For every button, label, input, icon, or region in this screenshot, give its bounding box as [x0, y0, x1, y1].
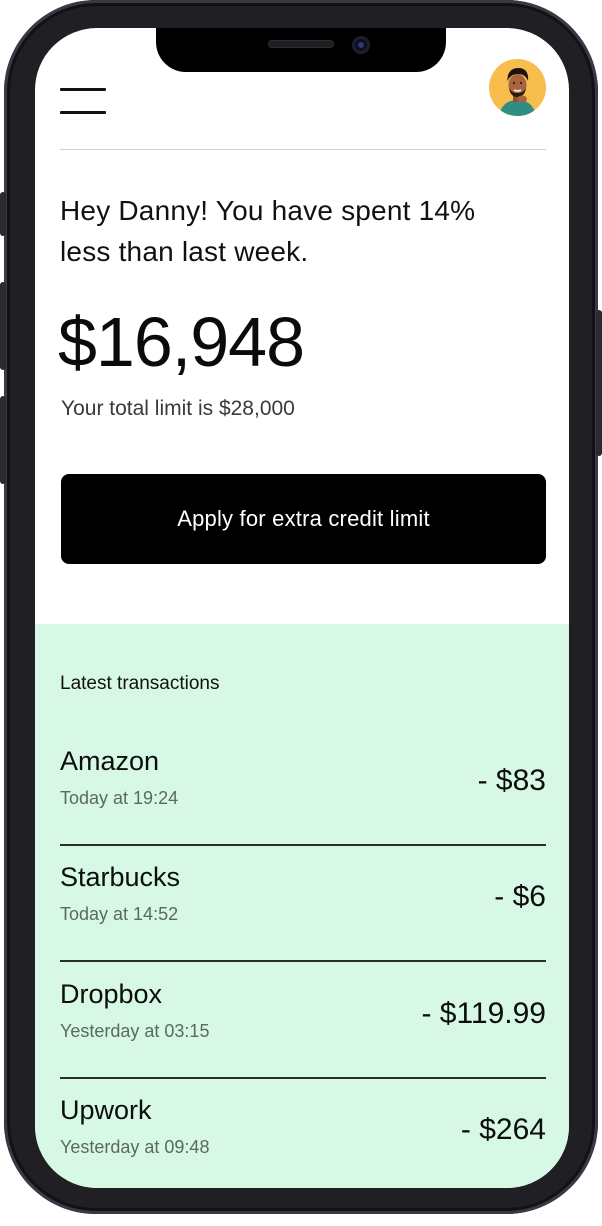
transaction-amount: - $264	[460, 1113, 546, 1146]
transaction-time: Today at 19:24	[60, 788, 179, 808]
menu-icon[interactable]	[60, 86, 106, 116]
power-button	[596, 310, 602, 456]
user-avatar-icon	[489, 59, 546, 116]
greeting-text: Hey Danny! You have spent 14% less than …	[60, 195, 476, 267]
volume-up-button	[0, 282, 6, 370]
transaction-amount: - $119.99	[421, 997, 546, 1030]
transaction-time: Yesterday at 03:15	[60, 1021, 210, 1041]
transaction-row[interactable]: Dropbox Yesterday at 03:15 - $119.99	[60, 963, 546, 1079]
transaction-merchant: Dropbox	[60, 979, 163, 1009]
transaction-time: Yesterday at 09:48	[60, 1137, 210, 1157]
total-limit-text: Your total limit is $28,000	[61, 397, 295, 420]
silent-switch	[0, 192, 6, 236]
row-divider	[60, 960, 546, 962]
transactions-panel: Latest transactions Amazon Today at 19:2…	[35, 624, 569, 1188]
apply-credit-limit-button[interactable]: Apply for extra credit limit	[61, 474, 546, 564]
transaction-row[interactable]: Upwork Yesterday at 09:48 - $264	[60, 1079, 546, 1188]
app-screen: Hey Danny! You have spent 14% less than …	[35, 28, 569, 1188]
transaction-time: Today at 14:52	[60, 904, 179, 924]
transaction-merchant: Amazon	[60, 746, 160, 776]
avatar[interactable]	[489, 59, 546, 116]
transaction-amount: - $6	[494, 880, 546, 913]
transaction-merchant: Upwork	[60, 1095, 152, 1125]
volume-down-button	[0, 396, 6, 484]
front-camera	[352, 36, 370, 54]
header-divider	[60, 149, 546, 150]
transaction-merchant: Starbucks	[60, 862, 181, 892]
earpiece-speaker	[268, 40, 334, 48]
transaction-row[interactable]: Amazon Today at 19:24 - $83	[60, 730, 546, 846]
spent-amount: $16,948	[58, 303, 305, 381]
phone-notch	[156, 28, 446, 72]
transactions-heading: Latest transactions	[60, 673, 220, 694]
transaction-amount: - $83	[477, 764, 546, 797]
transaction-row[interactable]: Starbucks Today at 14:52 - $6	[60, 846, 546, 962]
